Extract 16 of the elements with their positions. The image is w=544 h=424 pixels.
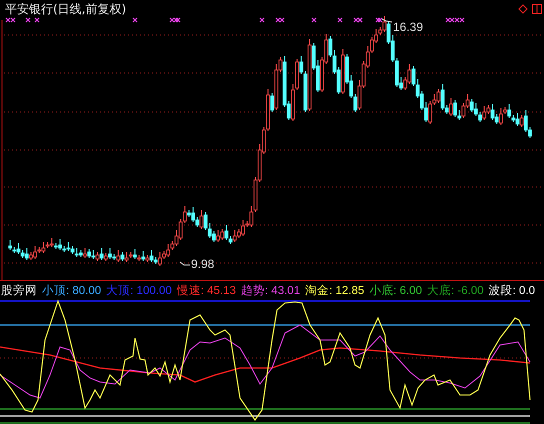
- legend-label: 淘金: 12.85: [305, 284, 364, 298]
- legend-label: 趋势: 43.01: [240, 284, 300, 298]
- split-square-icon: [532, 4, 542, 14]
- legend-label: 慢速: 45.13: [176, 284, 236, 298]
- legend-label: 小底: 6.00: [369, 283, 422, 298]
- legend-label: 大底: -6.00: [427, 283, 484, 298]
- legend-label: 小顶: 80.00: [42, 284, 102, 298]
- legend-label: 波段: 0.0: [488, 284, 536, 298]
- leader-line: [180, 262, 190, 266]
- high-price-label: 16.39: [393, 20, 424, 34]
- chart-title: 平安银行(日线,前复权): [5, 1, 126, 18]
- legend-label: 股旁网: [1, 284, 37, 298]
- diamond-icon: [518, 4, 528, 14]
- low-price-label: 9.98: [191, 257, 214, 271]
- legend-label: 大顶: 100.00: [106, 284, 172, 298]
- leader-line: [382, 18, 392, 22]
